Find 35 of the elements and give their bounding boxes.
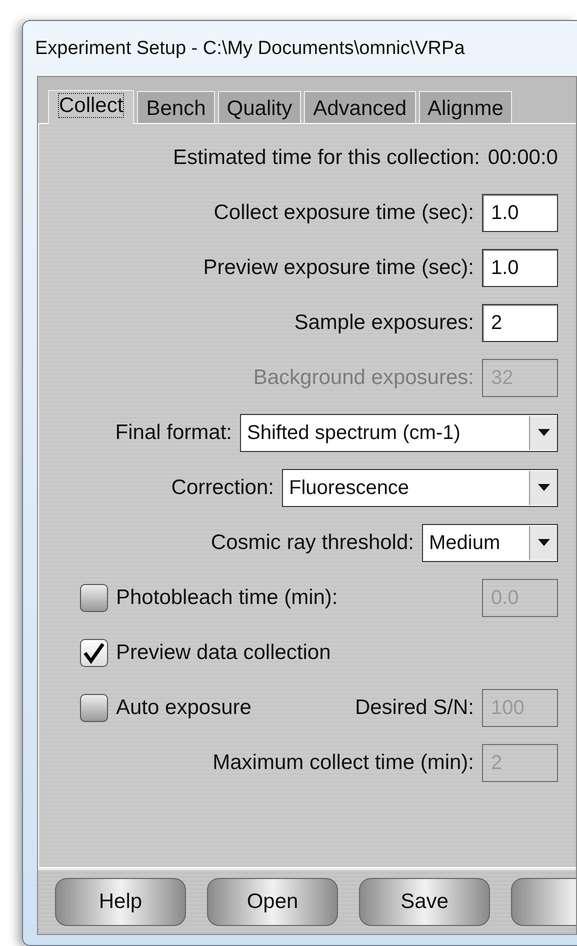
checkbox[interactable] [80, 638, 108, 666]
tab[interactable]: Collect [48, 90, 134, 124]
field-label: Collect exposure time (sec): [214, 200, 474, 226]
field-label: Final format: [115, 420, 232, 446]
field-label: Correction: [171, 474, 274, 501]
caret-icon [538, 539, 550, 546]
field-label: Background exposures: [253, 364, 474, 391]
dropdown[interactable]: Medium [422, 524, 558, 562]
field-label: Estimated time for this collection: [172, 144, 480, 171]
caret-icon [538, 429, 550, 436]
button[interactable]: Open [207, 878, 338, 926]
checkbox-label[interactable]: Auto exposure [116, 692, 252, 724]
dropdown[interactable]: Fluorescence [282, 468, 558, 506]
field-label: Sample exposures: [294, 310, 474, 336]
input-field[interactable]: 2 [482, 304, 558, 342]
input-field[interactable]: 1.0 [482, 194, 558, 232]
window-title: Experiment Setup - C:\My Documents\omnic\VRPa [34, 37, 466, 61]
caret-icon [538, 484, 550, 491]
checkbox-label[interactable]: Preview data collection [116, 636, 331, 668]
tab[interactable]: Advanced [304, 90, 416, 123]
input-field[interactable]: 1.0 [482, 248, 558, 286]
dropdown[interactable]: Shifted spectrum (cm-1) [240, 414, 558, 452]
time-value: 00:00:0 [488, 144, 558, 171]
checkbox[interactable] [80, 694, 108, 722]
checkbox-label[interactable]: Photobleach time (min): [116, 582, 338, 614]
tab[interactable]: Alignme [418, 90, 512, 123]
field-label: Desired S/N: [354, 694, 474, 721]
button[interactable]: Save [359, 878, 490, 926]
field-label: Preview exposure time (sec): [203, 254, 474, 281]
field-label: Cosmic ray threshold: [210, 530, 414, 556]
checkbox[interactable] [80, 584, 108, 612]
button[interactable]: Help [55, 878, 186, 926]
tab[interactable]: Bench [137, 90, 215, 123]
tab[interactable]: Quality [218, 90, 302, 123]
field-label: Maximum collect time (min): [212, 750, 474, 776]
